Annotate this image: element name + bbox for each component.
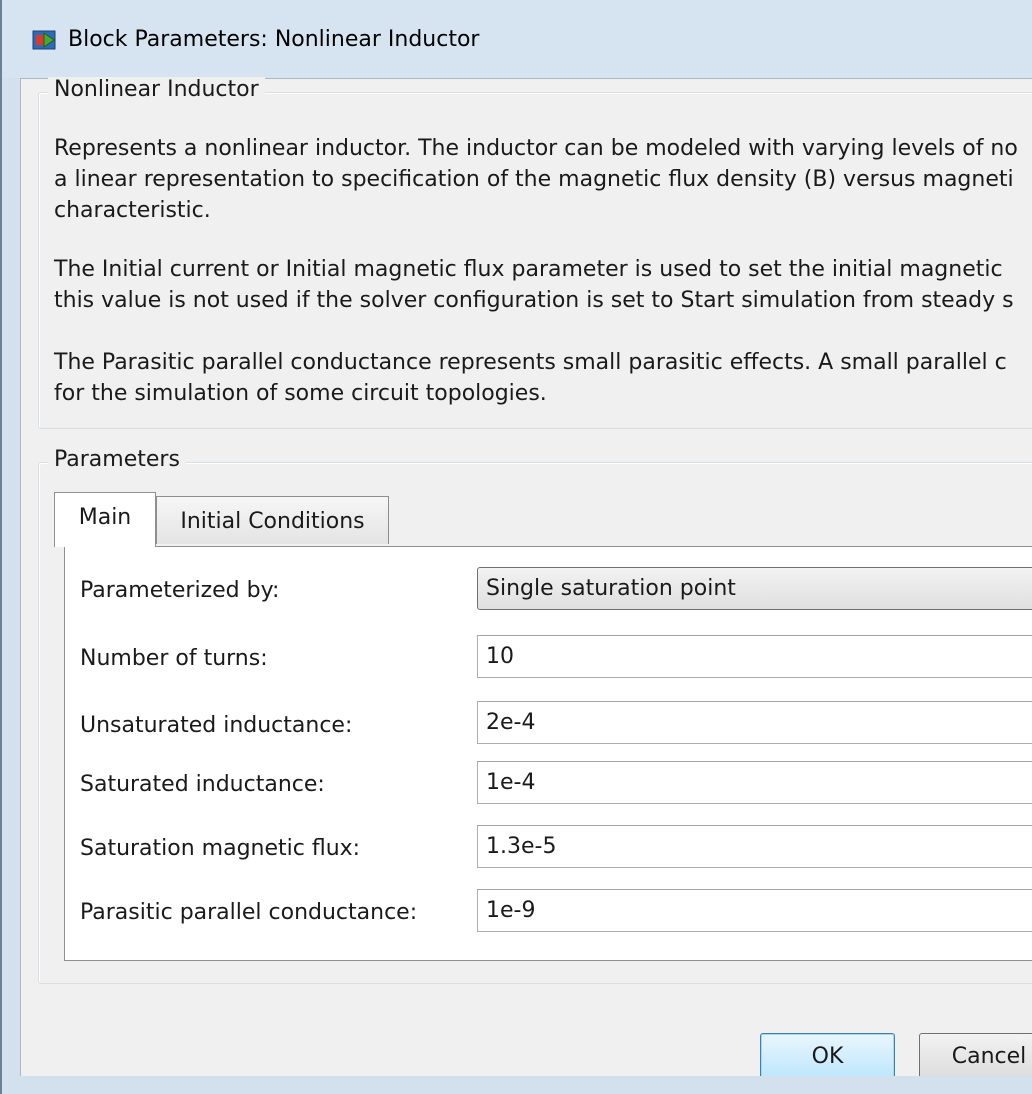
ok-button[interactable]: OK — [760, 1033, 895, 1079]
description-line: Represents a nonlinear inductor. The ind… — [54, 136, 1018, 161]
unsaturated-inductance-label: Unsaturated inductance: — [80, 713, 353, 738]
unsaturated-inductance-value: 2e-4 — [486, 710, 536, 735]
cancel-button[interactable]: Cancel — [919, 1033, 1032, 1079]
block-parameters-dialog: Block Parameters: Nonlinear Inductor Non… — [0, 0, 1032, 1094]
description-line: a linear representation to specification… — [54, 167, 1014, 192]
parasitic-parallel-conductance-field[interactable]: 1e-9 — [477, 889, 1032, 932]
description-group-title: Nonlinear Inductor — [48, 77, 265, 102]
parameterized-by-label: Parameterized by: — [80, 578, 280, 603]
number-of-turns-label: Number of turns: — [80, 646, 268, 671]
saturation-magnetic-flux-field[interactable]: 1.3e-5 — [477, 825, 1032, 868]
description-line: this value is not used if the solver con… — [54, 288, 1014, 313]
parameterized-by-value: Single saturation point — [486, 576, 736, 601]
saturation-magnetic-flux-label: Saturation magnetic flux: — [80, 836, 361, 861]
description-line: characteristic. — [54, 198, 211, 223]
number-of-turns-field[interactable]: 10 — [477, 635, 1032, 678]
window-bottom-border — [2, 1076, 1032, 1094]
saturated-inductance-value: 1e-4 — [486, 770, 536, 795]
description-line: The Initial current or Initial magnetic … — [54, 257, 1003, 282]
simulink-block-icon — [32, 30, 56, 50]
description-paragraph-1: Represents a nonlinear inductor. The ind… — [54, 133, 1032, 226]
window-title: Block Parameters: Nonlinear Inductor — [68, 27, 480, 52]
parasitic-parallel-conductance-value: 1e-9 — [486, 898, 536, 923]
tab-main[interactable]: Main — [54, 492, 156, 547]
description-line: for the simulation of some circuit topol… — [54, 381, 547, 406]
saturated-inductance-label: Saturated inductance: — [80, 772, 325, 797]
saturated-inductance-field[interactable]: 1e-4 — [477, 761, 1032, 804]
title-bar[interactable]: Block Parameters: Nonlinear Inductor — [2, 0, 1032, 78]
tab-main-label: Main — [78, 505, 132, 530]
saturation-magnetic-flux-value: 1.3e-5 — [486, 834, 557, 859]
unsaturated-inductance-field[interactable]: 2e-4 — [477, 701, 1032, 744]
number-of-turns-value: 10 — [486, 644, 514, 669]
parameterized-by-dropdown[interactable]: Single saturation point — [477, 567, 1032, 610]
description-paragraph-3: The Parasitic parallel conductance repre… — [54, 347, 1032, 409]
parameters-group-title: Parameters — [48, 447, 186, 472]
tab-initial-conditions-label: Initial Conditions — [180, 509, 365, 534]
parasitic-parallel-conductance-label: Parasitic parallel conductance: — [80, 900, 418, 925]
description-paragraph-2: The Initial current or Initial magnetic … — [54, 254, 1032, 316]
description-line: The Parasitic parallel conductance repre… — [54, 350, 1007, 375]
tab-initial-conditions[interactable]: Initial Conditions — [156, 496, 389, 544]
